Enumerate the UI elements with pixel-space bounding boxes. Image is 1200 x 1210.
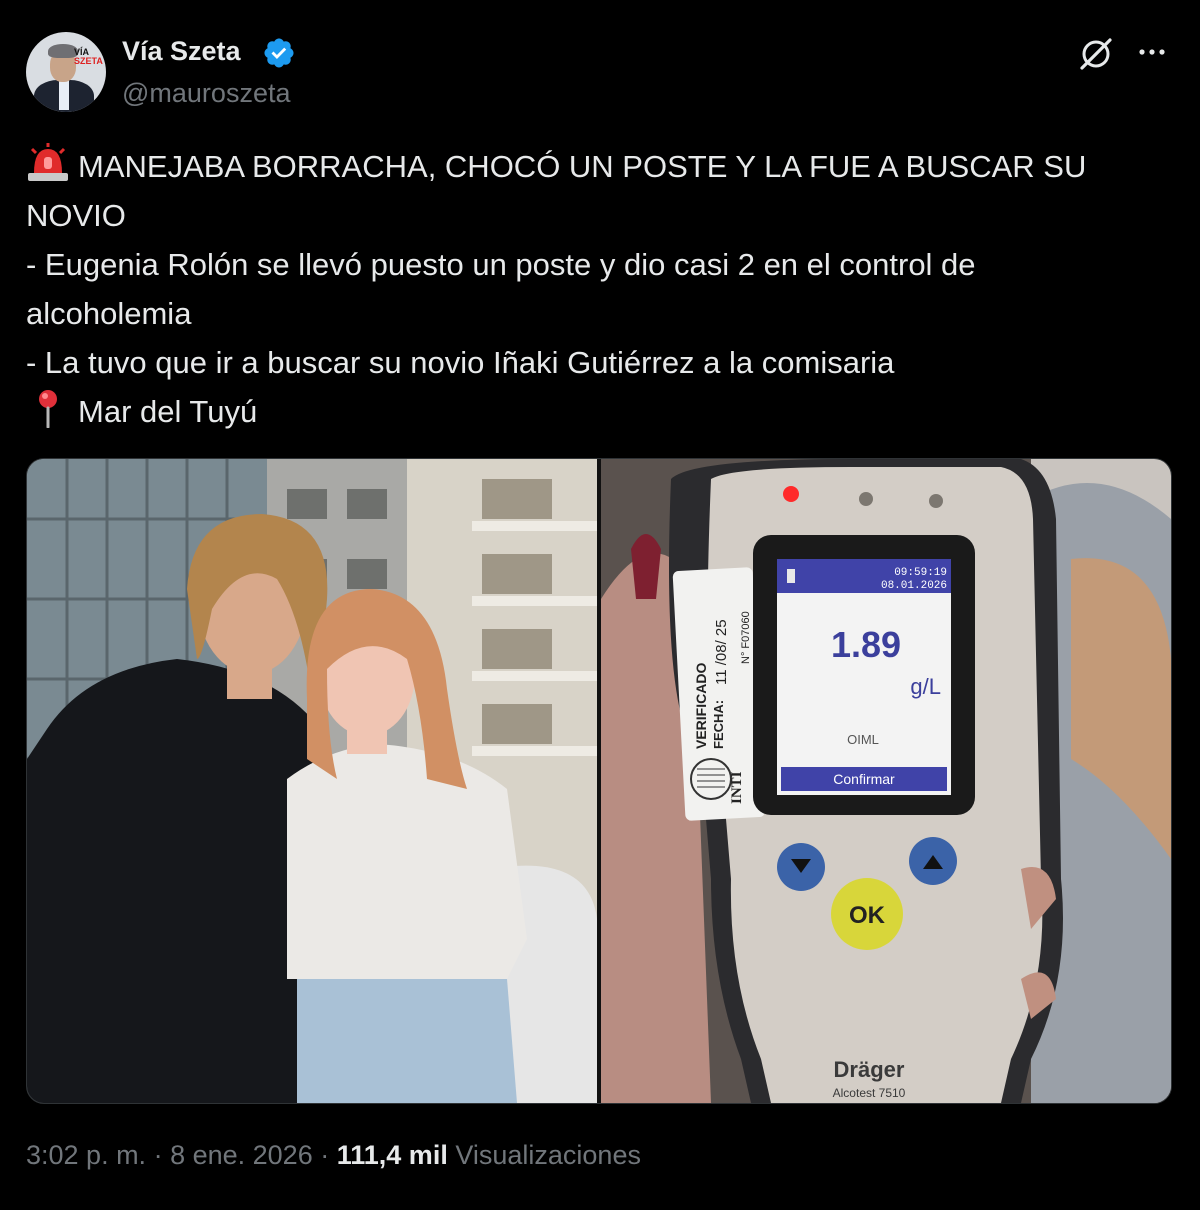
tweet-date[interactable]: 8 ene. 2026 [170, 1140, 313, 1170]
tweet-line: - Eugenia Rolón se llevó puesto un poste… [26, 247, 976, 282]
tweet-footer: 3:02 p. m. · 8 ene. 2026 · 111,4 mil Vis… [26, 1140, 641, 1171]
author-name[interactable]: Vía Szeta [122, 36, 241, 67]
avatar-logo-bottom: SZETA [74, 56, 103, 66]
tweet-line: MANEJABA BORRACHA, CHOCÓ UN POSTE Y LA F… [26, 142, 1176, 191]
police-light-icon [28, 143, 68, 181]
couple-photo[interactable] [27, 459, 597, 1103]
views-count: 111,4 mil [336, 1140, 448, 1170]
tweet-line: Mar del Tuyú [26, 387, 1176, 436]
views-label: Visualizaciones [455, 1140, 641, 1170]
device-brand: Dräger [834, 1057, 905, 1082]
footer-separator: · [146, 1140, 171, 1170]
sticker-number: N° F07060 [740, 611, 752, 664]
sticker-date: 11 /08/ 25 [713, 619, 730, 685]
footer-separator: · [312, 1140, 337, 1170]
author-avatar[interactable]: VÍA SZETA [26, 32, 106, 112]
tweet-line: - La tuvo que ir a buscar su novio Iñaki… [26, 345, 895, 380]
sticker-fecha: FECHA: [711, 700, 726, 749]
verified-badge-icon[interactable] [262, 36, 296, 70]
sticker-verified: VERIFICADO [693, 663, 709, 749]
breathalyzer-photo[interactable]: VERIFICADO FECHA: 11 /08/ 25 N° F07060 I… [601, 459, 1171, 1103]
breathalyzer-standard: OIML [847, 732, 879, 747]
device-model: Alcotest 7510 [833, 1086, 906, 1100]
tweet-time[interactable]: 3:02 p. m. [26, 1140, 146, 1170]
ok-button-label: OK [849, 902, 886, 929]
breathalyzer-unit: g/L [910, 674, 941, 699]
tweet-media[interactable]: VERIFICADO FECHA: 11 /08/ 25 N° F07060 I… [26, 458, 1172, 1104]
avatar-logo: VÍA SZETA [74, 48, 103, 66]
author-handle[interactable]: @mauroszeta [122, 78, 290, 109]
breathalyzer-date: 08.01.2026 [881, 580, 947, 592]
breathalyzer-reading: 1.89 [831, 624, 901, 665]
sticker-inti: INTI [729, 771, 745, 804]
round-pushpin-icon [39, 390, 57, 428]
tweet-line: NOVIO [26, 198, 126, 233]
tweet-line: alcoholemia [26, 296, 192, 331]
grok-icon[interactable] [1078, 36, 1114, 72]
breathalyzer-time: 09:59:19 [894, 567, 947, 579]
breathalyzer-confirm: Confirmar [833, 771, 895, 787]
avatar-shirt [59, 80, 69, 110]
tweet-text: MANEJABA BORRACHA, CHOCÓ UN POSTE Y LA F… [26, 142, 1176, 436]
tweet-location: Mar del Tuyú [78, 394, 258, 429]
tweet-headline: MANEJABA BORRACHA, CHOCÓ UN POSTE Y LA F… [78, 149, 1087, 184]
more-options-icon[interactable] [1136, 40, 1168, 64]
